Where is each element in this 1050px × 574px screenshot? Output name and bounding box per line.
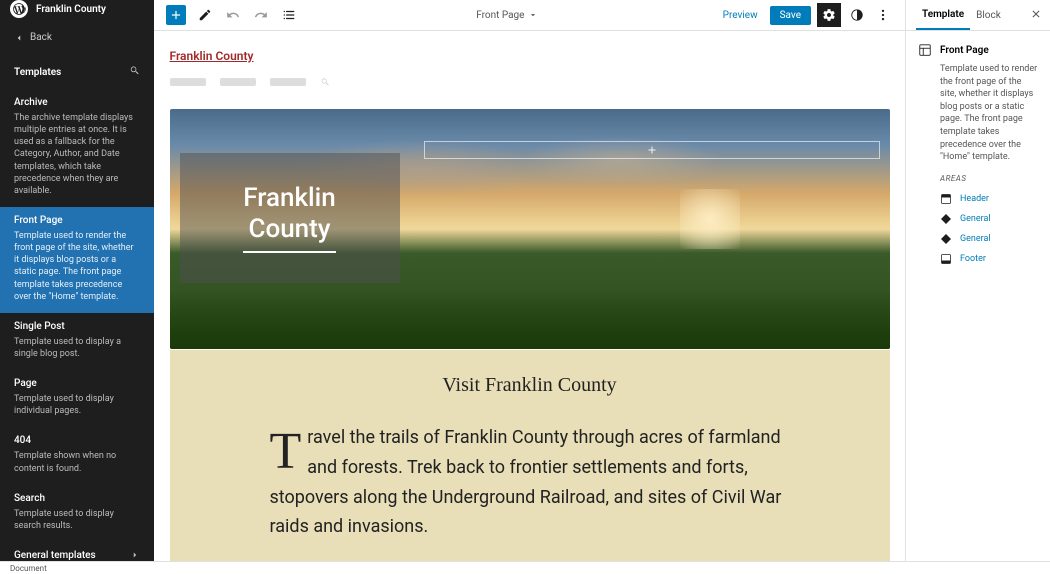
area-general[interactable]: General [918,209,1038,229]
styles-button[interactable] [847,5,867,25]
search-icon[interactable] [320,77,330,87]
redo-icon [254,8,268,22]
template-item-front-page[interactable]: Front Page Template used to render the f… [0,207,154,313]
area-footer[interactable]: Footer [918,249,1038,269]
hero-title-overlay[interactable]: Franklin County [180,153,400,283]
styles-icon [850,8,864,22]
redo-button[interactable] [252,6,270,24]
list-view-icon [282,8,296,22]
add-block-button[interactable] [166,5,186,25]
template-row-label: General templates [14,550,96,561]
hero-tree-decoration [170,289,890,349]
hero-cover-block[interactable]: Franklin County [170,109,890,349]
area-header[interactable]: Header [918,189,1038,209]
template-item-404[interactable]: 404 Template shown when no content is fo… [0,427,154,484]
template-desc: Template used to display individual page… [14,393,140,417]
chevron-left-icon [14,33,24,43]
back-label: Back [30,32,52,43]
undo-button[interactable] [224,6,242,24]
nav-placeholder [220,78,256,86]
template-item-page[interactable]: Page Template used to display individual… [0,370,154,427]
template-name: 404 [14,435,140,446]
template-desc: Template used to display a single blog p… [14,336,140,360]
template-name: Page [14,378,140,389]
nav-placeholder [270,78,306,86]
hero-append-block-button[interactable] [424,141,880,159]
search-icon [129,65,140,76]
save-button[interactable]: Save [770,6,811,25]
settings-panel: Template Block Front Page Template used … [905,0,1050,561]
more-options-button[interactable] [873,5,893,25]
hero-sun-decoration [680,189,740,249]
document-title: Front Page [476,10,524,21]
area-label: General [960,234,991,244]
status-bar-breadcrumb: Document [10,564,47,573]
undo-icon [226,8,240,22]
chevron-down-icon [528,10,538,20]
document-title-dropdown[interactable]: Front Page [298,10,717,21]
nav-placeholder [170,78,206,86]
diamond-icon [940,233,952,245]
sidebar-header: Franklin County [0,0,154,18]
list-view-button[interactable] [280,6,298,24]
canvas-site-title[interactable]: Franklin County [170,49,890,63]
content-paragraph[interactable]: Travel the trails of Franklin County thr… [270,423,790,542]
close-icon [1030,8,1042,20]
layout-icon [918,43,932,57]
template-item-single-post[interactable]: Single Post Template used to display a s… [0,313,154,370]
template-desc: Template used to render the front page o… [14,230,140,303]
admin-sidebar: Franklin County Back Templates Archive T… [0,0,154,561]
template-desc: Template used to display search results. [14,508,140,532]
preview-button[interactable]: Preview [717,6,764,25]
edit-mode-button[interactable] [196,6,214,24]
plus-icon [169,8,183,22]
settings-toggle-button[interactable] [817,3,841,27]
areas-section-label: Areas [918,174,1038,183]
area-label: General [960,214,991,224]
templates-section-header: Templates [0,57,154,89]
pencil-icon [198,8,212,22]
template-item-archive[interactable]: Archive The archive template displays mu… [0,89,154,207]
area-general[interactable]: General [918,229,1038,249]
template-desc: The archive template displays multiple e… [14,112,140,197]
template-name: Search [14,493,140,504]
paragraph-text: ravel the trails of Franklin County thro… [270,427,782,537]
footer-icon [940,253,952,265]
template-row-general[interactable]: General templates [0,542,154,561]
nav-placeholder-row [170,77,890,87]
editor-canvas[interactable]: Franklin County Franklin County [170,49,890,561]
template-item-search[interactable]: Search Template used to display search r… [0,485,154,542]
editor-main: Front Page Preview Save Franklin County [154,0,905,561]
template-name: Archive [14,97,140,108]
back-button[interactable]: Back [0,18,154,57]
area-label: Header [960,194,989,204]
panel-template-desc: Template used to render the front page o… [918,63,1038,164]
template-desc: Template shown when no content is found. [14,450,140,474]
wordpress-logo-icon[interactable] [10,0,28,18]
plus-icon [646,144,658,156]
panel-template-title: Front Page [940,45,989,56]
status-bar[interactable]: Document [0,561,1050,574]
search-templates-button[interactable] [129,65,140,79]
chevron-right-icon [130,550,140,560]
header-icon [940,193,952,205]
more-vertical-icon [876,8,890,22]
template-name: Single Post [14,321,140,332]
editor-toolbar: Front Page Preview Save [154,0,905,31]
area-label: Footer [960,254,986,264]
settings-panel-tabs: Template Block [906,0,1050,31]
templates-title: Templates [14,67,61,78]
template-name: Front Page [14,215,140,226]
tab-block[interactable]: Block [970,0,1007,30]
hero-title[interactable]: Franklin County [243,183,336,253]
close-panel-button[interactable] [1030,8,1042,23]
panel-template-header: Front Page [918,43,1038,57]
dropcap: T [270,427,302,476]
gear-icon [822,8,836,22]
diamond-icon [940,213,952,225]
tab-template[interactable]: Template [916,0,970,30]
site-title: Franklin County [36,4,106,15]
content-heading[interactable]: Visit Franklin County [270,374,790,397]
content-group-block[interactable]: Visit Franklin County Travel the trails … [170,350,890,561]
